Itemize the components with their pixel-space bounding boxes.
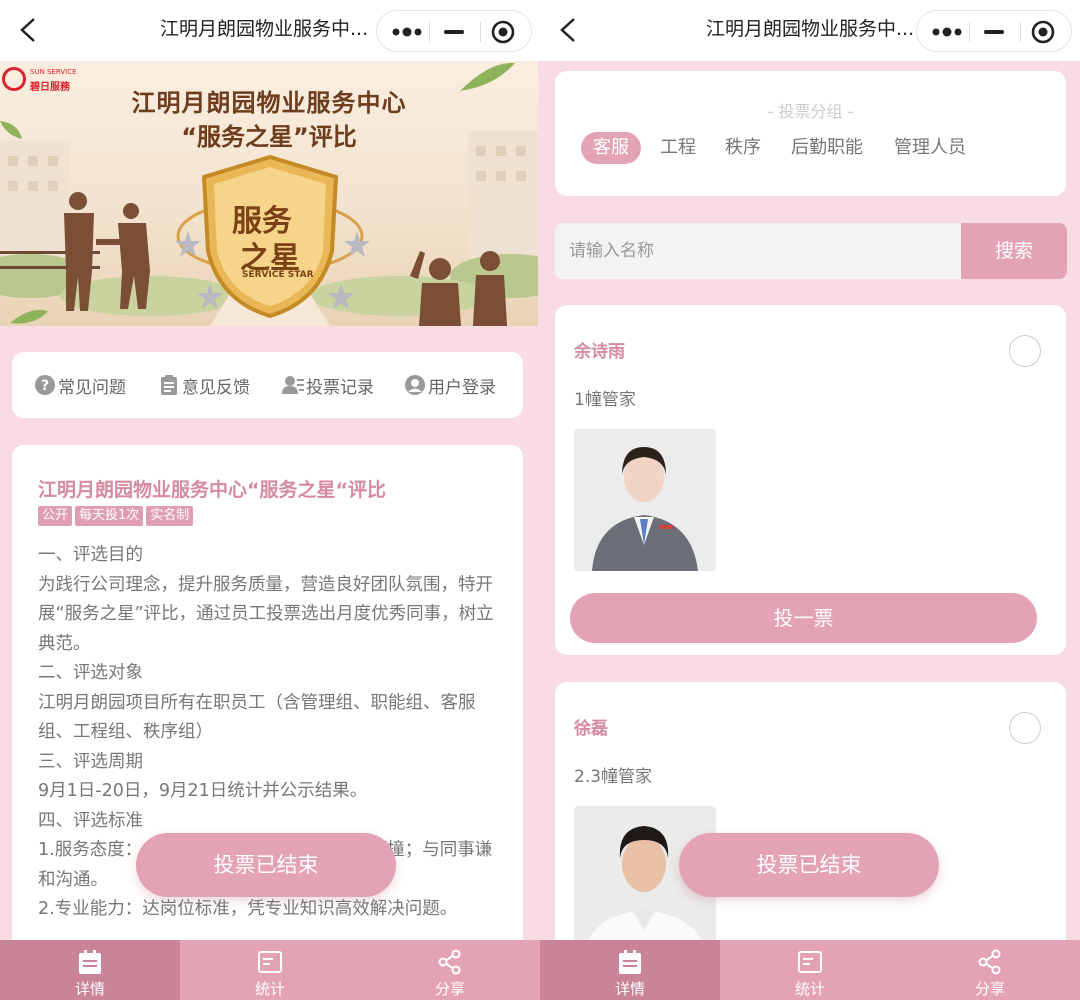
group-tab-management[interactable]: 管理人员 (894, 132, 966, 164)
intro-line: 一、评选目的 (38, 545, 143, 565)
tab-details[interactable]: 详情 (540, 940, 720, 1000)
back-arrow-icon[interactable] (554, 14, 584, 46)
left-pane: 江明月朗园物业服务中... SUN SERVICE 碧日服務 江明月朗园物业服务… (0, 0, 540, 1000)
nav-title: 江明月朗园物业服务中... (160, 18, 369, 40)
shield-text-3: SERVICE STAR (242, 270, 314, 280)
group-label: - 投票分组 - (767, 102, 854, 121)
mini-program-capsule (376, 10, 532, 52)
tab-share[interactable]: 分享 (900, 940, 1080, 1000)
chart-card-icon (798, 951, 822, 973)
tag-daily: 每天投1次 (75, 506, 144, 526)
calendar-icon (619, 950, 641, 974)
tab-bar: 详情 统计 分享 (0, 940, 540, 1000)
group-tab-service[interactable]: 客服 (581, 132, 641, 164)
intro-line: 江明月朗园项目所有在职员工（含管理组、职能组、客服组、工程组、秩序组） (38, 692, 476, 743)
calendar-icon (79, 950, 101, 974)
close-target-icon[interactable] (1030, 19, 1056, 45)
intro-line: 四、评选标准 (38, 810, 143, 831)
intro-card: 江明月朗园物业服务中心“服务之星“评比 公开 每天投1次 实名制 一、评选目的 为践… (12, 445, 523, 1000)
candidate-select-radio[interactable] (1009, 335, 1041, 367)
candidate-select-radio[interactable] (1009, 712, 1041, 744)
question-circle-icon: ? (35, 375, 55, 395)
more-dots-icon[interactable] (389, 19, 425, 45)
close-target-icon[interactable] (490, 19, 516, 45)
candidate-name: 徐磊 (574, 719, 608, 739)
clipboard-icon (161, 375, 177, 395)
share-icon (978, 949, 1001, 975)
quick-menu: ? 常见问题 意见反馈 投票记录 用户登录 (12, 352, 523, 418)
tab-stats[interactable]: 统计 (720, 940, 900, 1000)
group-tab-engineering[interactable]: 工程 (660, 132, 696, 164)
tab-stats[interactable]: 统计 (180, 940, 360, 1000)
tab-share[interactable]: 分享 (360, 940, 540, 1000)
chart-card-icon (258, 951, 282, 973)
intro-line: 9月1日-20日，9月21日统计并公示结果。 (38, 781, 368, 801)
intro-line: 2.专业能力：达岗位标准，凭专业知识高效解决问题。 (38, 899, 458, 919)
tab-details[interactable]: 详情 (0, 940, 180, 1000)
tab-bar: 详情 统计 分享 (540, 940, 1080, 1000)
banner-title-line2: “服务之星”评比 (181, 123, 357, 151)
more-dots-icon[interactable] (929, 19, 965, 45)
search-row: 搜索 (555, 223, 1067, 279)
vote-group-card: - 投票分组 - 客服 工程 秩序 后勤职能 管理人员 (555, 71, 1066, 196)
intro-line: 三、评选周期 (38, 751, 143, 772)
intro-line: 为践行公司理念，提升服务质量，营造良好团队氛围，特开展“服务之星”评比，通过员工… (38, 574, 494, 654)
user-list-icon (282, 376, 304, 394)
intro-tags: 公开 每天投1次 实名制 (38, 506, 196, 526)
search-input[interactable] (555, 223, 961, 279)
back-arrow-icon[interactable] (14, 14, 44, 46)
mini-program-capsule (916, 10, 1072, 52)
banner-title-line1: 江明月朗园物业服务中心 (131, 89, 407, 117)
candidate-photo (574, 429, 716, 571)
share-icon (438, 949, 461, 975)
intro-title: 江明月朗园物业服务中心“服务之星“评比 (38, 479, 386, 501)
user-circle-icon (405, 375, 425, 395)
group-tab-security[interactable]: 秩序 (725, 132, 761, 164)
minimize-icon[interactable] (981, 19, 1007, 45)
intro-line: 二、评选对象 (38, 663, 143, 683)
tag-public: 公开 (38, 506, 73, 526)
voting-ended-button[interactable]: 投票已结束 (679, 833, 939, 897)
candidate-role: 1幢管家 (574, 390, 636, 410)
candidate-card: 余诗雨 1幢管家 投一票 (555, 305, 1066, 655)
nav-title: 江明月朗园物业服务中... (706, 18, 915, 40)
nav-bar: 江明月朗园物业服务中... (540, 0, 1080, 61)
event-banner: SUN SERVICE 碧日服務 江明月朗园物业服务中心 “服务之星”评比 服务… (0, 61, 538, 326)
svg-text:?: ? (41, 378, 49, 394)
nav-bar: 江明月朗园物业服务中... (0, 0, 540, 61)
minimize-icon[interactable] (441, 19, 467, 45)
tag-realname: 实名制 (146, 506, 194, 526)
vote-button[interactable]: 投一票 (570, 593, 1037, 643)
candidate-name: 余诗雨 (574, 342, 625, 362)
group-tab-logistics[interactable]: 后勤职能 (791, 132, 863, 164)
right-pane: 江明月朗园物业服务中... - 投票分组 - 客服 工程 秩序 后勤职能 管理人… (540, 0, 1080, 1000)
voting-ended-button[interactable]: 投票已结束 (136, 833, 396, 897)
search-button[interactable]: 搜索 (961, 223, 1067, 279)
candidate-role: 2.3幢管家 (574, 767, 653, 787)
